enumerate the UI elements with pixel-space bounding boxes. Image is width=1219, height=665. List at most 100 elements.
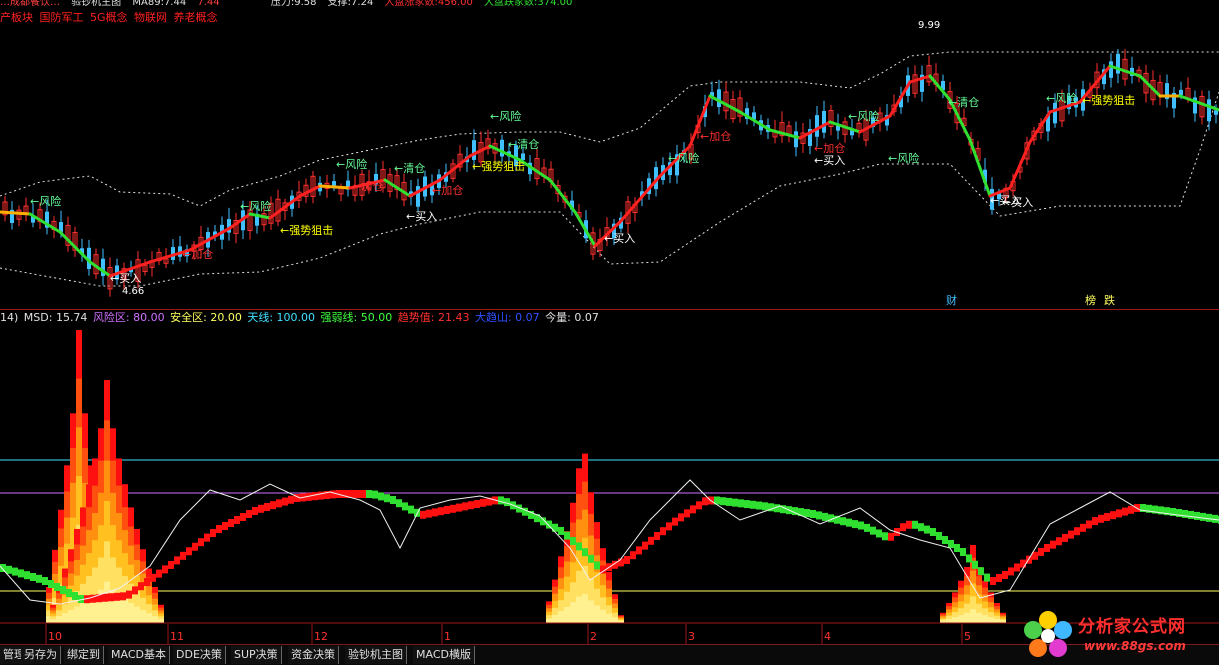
trend-step [648,536,654,545]
trend-step [312,492,318,501]
trend-segment [318,184,352,190]
signal-label: ←风险 [888,151,919,165]
volume-bar [612,603,618,609]
trend-step [12,567,18,576]
volume-bar [152,604,158,611]
volume-bar [588,492,594,515]
volume-bar [80,507,86,528]
event-marker[interactable]: 跌 [1104,293,1115,307]
trend-step [870,526,876,535]
indicator-header: 14) MSD: 15.74 风险区: 80.00 安全区: 20.00 天线:… [0,310,601,326]
tab-macd-basic[interactable]: MACD基本 [108,646,170,664]
trend-step [48,580,54,588]
trend-step [660,527,666,536]
signal-label: ←风险 [336,157,367,171]
tab-bind-to[interactable]: 绑定到 [64,646,104,664]
volume-bar [104,541,110,583]
trend-step [264,503,270,511]
event-marker[interactable]: 财 [946,293,957,307]
trend-step [846,518,852,527]
volume-bar [600,585,606,598]
volume-bar [158,607,164,612]
trend-step [816,511,822,520]
volume-bar [70,448,76,484]
trend-step [60,586,66,594]
volume-bar [146,586,152,596]
volume-bar [606,605,612,615]
tab-save-as[interactable]: 另存为 [21,646,61,664]
volume-bar [74,575,80,592]
trend-step [1080,523,1086,532]
volume-bar [104,460,110,502]
trend-segment [248,212,272,220]
volume-bar [128,526,134,547]
trend-step [162,565,168,574]
candle-body [1179,89,1183,96]
volume-bar [946,602,952,607]
trend-step [726,497,732,506]
volume-bar [74,606,80,623]
signal-labels: 9.99 4.66 ←风险←买入←加仓←风险←强势狙击←风险←加仓←清仓←加仓←… [30,20,1135,297]
tab-sup-decision[interactable]: SUP决策 [231,646,282,664]
volume-bar [146,613,152,623]
volume-bar [76,427,82,477]
trend-step [246,510,252,518]
volume-bar [64,465,70,492]
volume-bar [958,594,964,602]
trend-step [72,592,78,600]
volume-bar [982,601,988,609]
trend-step [378,492,384,501]
trend-step [978,567,984,576]
trend-step [1044,544,1050,552]
volume-bar [588,578,594,601]
trend-step [1020,559,1026,568]
trend-step [1206,513,1212,522]
candle-body [717,89,721,108]
indicator-value: 趋势值: 21.43 [397,311,470,324]
volume-bar [62,577,68,587]
trend-segment [228,212,252,230]
tab-macd-horizontal[interactable]: MACD横版 [413,646,475,664]
trend-step [1122,507,1128,516]
tab-main-chart[interactable]: 验钞机主图 [345,646,407,664]
volume-bar [606,580,612,590]
trend-step [1068,530,1074,539]
volume-bar [80,526,86,547]
volume-bar [152,616,158,623]
volume-bar [110,428,116,462]
volume-bar [964,585,970,595]
x-tick-label: 2 [590,630,597,643]
trend-step [1098,514,1104,523]
tab-dde-decision[interactable]: DDE决策 [173,646,226,664]
trend-step [252,507,258,515]
volume-bar [576,570,582,597]
tab-fund-decision[interactable]: 资金决策 [288,646,339,664]
trend-step [180,551,186,560]
volume-bar [546,601,552,606]
volume-bar [68,561,74,574]
trend-step [570,537,576,545]
x-tick-label: 5 [964,630,971,643]
volume-bar [988,607,994,613]
volume-bar [946,618,952,623]
volume-bar [116,458,122,487]
volume-bar [52,549,58,563]
event-marker[interactable]: 榜 [1085,293,1096,307]
trend-step [756,501,762,510]
indicator-value: 天线: 100.00 [247,311,316,324]
volume-bar [546,615,552,620]
volume-bar [958,608,964,616]
volume-bar [110,460,116,494]
candle-body [794,131,798,148]
volume-bar [964,566,970,577]
trend-step [630,551,636,560]
trend-step [144,578,150,586]
trend-step [1194,511,1200,520]
trend-segment [618,174,662,224]
volume-bar [76,330,82,380]
volume-bar [92,567,98,596]
volume-bar [98,525,104,558]
volume-bar [594,522,600,540]
signal-label: ←加仓 [352,179,383,193]
trend-step [690,505,696,514]
